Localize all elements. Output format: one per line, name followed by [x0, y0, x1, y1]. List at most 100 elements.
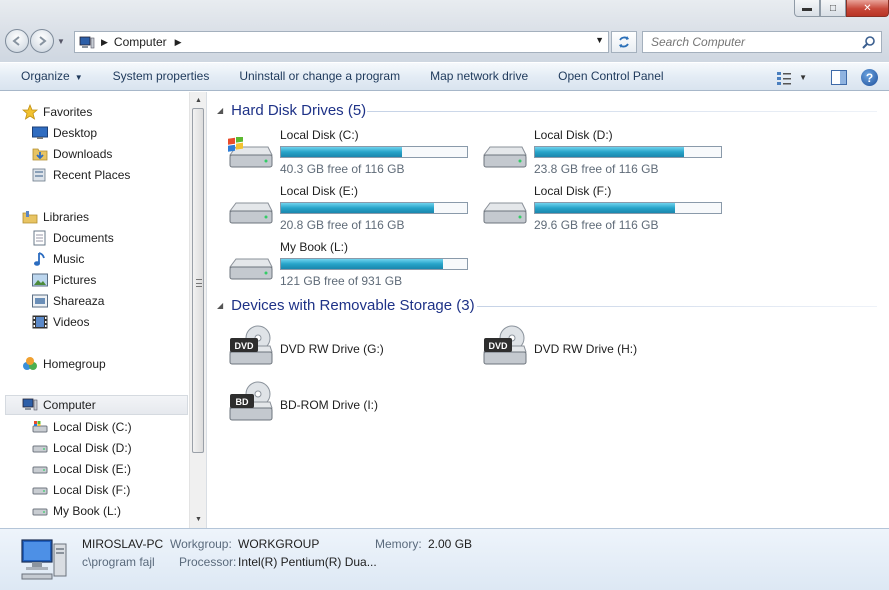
star-icon [22, 104, 38, 120]
nav-desktop[interactable]: Desktop [32, 123, 97, 143]
nav-my-book-l[interactable]: My Book (L:) [32, 501, 121, 521]
drive-usage-fill [281, 259, 443, 269]
removable-group-header[interactable]: ◢ Devices with Removable Storage (3) [217, 297, 475, 314]
help-button[interactable]: ? [861, 69, 878, 86]
nav-videos-label: Videos [53, 315, 90, 329]
minimize-button[interactable]: ▬ [794, 0, 820, 17]
nav-local-disk-c[interactable]: Local Disk (C:) [32, 417, 132, 437]
scroll-down-icon[interactable]: ▼ [190, 511, 207, 528]
nav-computer[interactable]: Computer [5, 395, 188, 415]
music-note-icon [32, 251, 48, 267]
workgroup-value: WORKGROUP [238, 537, 320, 551]
view-dropdown-icon[interactable]: ▼ [799, 73, 807, 82]
nav-local-disk-c-label: Local Disk (C:) [53, 420, 132, 434]
nav-pane-scrollbar[interactable]: ▲ ▼ [189, 92, 206, 528]
search-icon[interactable] [862, 35, 876, 49]
nav-videos[interactable]: Videos [32, 312, 89, 332]
breadcrumb-computer[interactable]: Computer [114, 35, 167, 49]
nav-music[interactable]: Music [32, 249, 84, 269]
caption-buttons: ▬ □ ✕ [794, 0, 889, 17]
hard-disk-group-title: Hard Disk Drives (5) [231, 102, 367, 119]
device-tile-dvd-g[interactable]: DVD DVD RW Drive (G:) [226, 322, 476, 376]
nav-pictures-label: Pictures [53, 273, 97, 287]
navigation-buttons: ▼ [5, 29, 65, 53]
pc-name: MIROSLAV-PC [82, 537, 164, 551]
nav-pictures[interactable]: Pictures [32, 270, 96, 290]
drive-tile-c[interactable]: Local Disk (C:) 40.3 GB free of 116 GB [226, 127, 476, 181]
open-control-panel-button[interactable]: Open Control Panel [543, 62, 678, 91]
breadcrumb-chevron-icon[interactable]: ▶ [175, 37, 182, 48]
drive-tile-e[interactable]: Local Disk (E:) 20.8 GB free of 116 GB [226, 183, 476, 237]
nav-libraries[interactable]: Libraries [22, 207, 89, 227]
device-tile-dvd-h[interactable]: DVD DVD RW Drive (H:) [480, 322, 730, 376]
preview-pane-button[interactable] [829, 68, 849, 88]
nav-my-book-l-label: My Book (L:) [53, 504, 122, 518]
address-bar[interactable]: ▶ Computer ▶ ▼ [74, 31, 609, 53]
processor-value: Intel(R) Pentium(R) Dua... [238, 555, 377, 569]
recent-pages-dropdown[interactable]: ▼ [57, 37, 65, 46]
drive-tile-f[interactable]: Local Disk (F:) 29.6 GB free of 116 GB [480, 183, 730, 237]
maximize-button[interactable]: □ [820, 0, 846, 17]
drive-free-space: 20.8 GB free of 116 GB [280, 218, 405, 232]
nav-favorites[interactable]: Favorites [22, 102, 92, 122]
address-dropdown-icon[interactable]: ▼ [595, 35, 604, 45]
nav-local-disk-d[interactable]: Local Disk (D:) [32, 438, 132, 458]
homegroup-icon [22, 356, 38, 372]
scrollbar-thumb[interactable] [192, 108, 204, 453]
nav-local-disk-e[interactable]: Local Disk (E:) [32, 459, 131, 479]
hard-drive-icon [229, 202, 273, 224]
organize-menu[interactable]: Organize ▼ [0, 62, 98, 91]
bd-badge-label: BD [236, 397, 249, 407]
change-view-button[interactable] [775, 68, 795, 88]
computer-icon [22, 397, 38, 413]
forward-arrow-icon [39, 36, 47, 46]
nav-documents[interactable]: Documents [32, 228, 114, 248]
command-bar-right: ▼ ? [765, 63, 889, 92]
nav-shareaza[interactable]: Shareaza [32, 291, 104, 311]
hard-drive-icon [229, 258, 273, 280]
downloads-folder-icon [32, 146, 48, 162]
close-button[interactable]: ✕ [846, 0, 889, 17]
uninstall-program-button[interactable]: Uninstall or change a program [224, 62, 415, 91]
search-input[interactable] [651, 35, 856, 49]
nav-downloads[interactable]: Downloads [32, 144, 112, 164]
window-chrome: ▬ □ ✕ ▼ ▶ Computer ▶ ▼ [0, 0, 889, 62]
collapse-triangle-icon[interactable]: ◢ [217, 301, 223, 310]
refresh-button[interactable] [611, 31, 637, 53]
nav-downloads-label: Downloads [53, 147, 113, 161]
device-tile-bd-i[interactable]: BD BD-ROM Drive (I:) [226, 378, 476, 432]
forward-button[interactable] [30, 29, 54, 53]
breadcrumb-separator-icon[interactable]: ▶ [101, 37, 108, 48]
search-box[interactable] [642, 31, 882, 53]
drive-tile-l[interactable]: My Book (L:) 121 GB free of 931 GB [226, 239, 476, 293]
preview-pane-icon [831, 70, 847, 85]
bluray-drive-icon: BD [229, 381, 273, 421]
hard-disk-group-header[interactable]: ◢ Hard Disk Drives (5) [217, 102, 366, 119]
nav-homegroup[interactable]: Homegroup [22, 354, 106, 374]
film-strip-icon [32, 314, 48, 330]
map-network-drive-button[interactable]: Map network drive [415, 62, 543, 91]
drive-usage-fill [281, 147, 402, 157]
drive-usage-bar [280, 146, 468, 158]
nav-recent-places[interactable]: Recent Places [32, 165, 130, 185]
hard-drive-icon [32, 482, 48, 498]
navigation-pane: Favorites Desktop Downloads Recent Place… [0, 92, 207, 528]
nav-local-disk-f[interactable]: Local Disk (F:) [32, 480, 130, 500]
workgroup-label: Workgroup: [170, 537, 232, 551]
drive-name: Local Disk (F:) [534, 184, 612, 198]
scroll-up-icon[interactable]: ▲ [190, 92, 207, 109]
drive-tile-d[interactable]: Local Disk (D:) 23.8 GB free of 116 GB [480, 127, 730, 181]
nav-desktop-label: Desktop [53, 126, 98, 140]
view-options-icon [777, 71, 792, 85]
back-button[interactable] [5, 29, 29, 53]
nav-local-disk-d-label: Local Disk (D:) [53, 441, 132, 455]
system-properties-button[interactable]: System properties [98, 62, 225, 91]
removable-group-title: Devices with Removable Storage (3) [231, 297, 475, 314]
drive-free-space: 40.3 GB free of 116 GB [280, 162, 405, 176]
collapse-triangle-icon[interactable]: ◢ [217, 106, 223, 115]
dvd-badge-label: DVD [234, 341, 254, 351]
nav-recent-places-label: Recent Places [53, 168, 131, 182]
device-name: DVD RW Drive (H:) [534, 342, 638, 356]
device-name: BD-ROM Drive (I:) [280, 398, 378, 412]
drive-usage-bar [534, 146, 722, 158]
